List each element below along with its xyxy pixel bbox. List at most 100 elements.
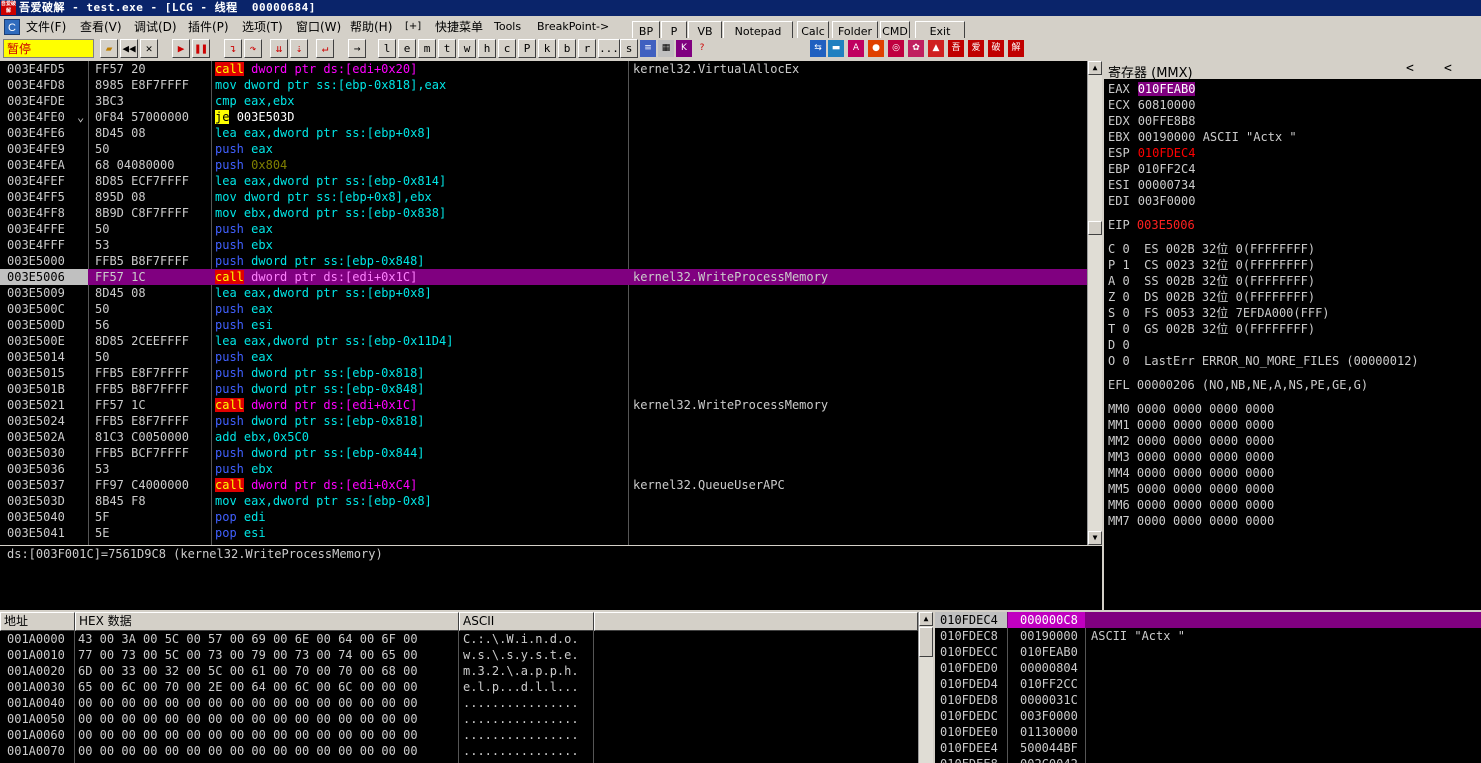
scroll-thumb[interactable] <box>1088 221 1102 235</box>
goto-icon[interactable]: → <box>348 39 366 58</box>
disasm-row[interactable]: 003E500D 56 push esi <box>0 317 1087 333</box>
plugin-1-icon[interactable]: ≡ <box>640 40 656 57</box>
stack-pane[interactable]: 010FDEC4 000000C8 010FDEC8 00190000 ASCII … <box>935 612 1481 763</box>
stack-row[interactable]: 010FDECC 010FEAB0 <box>935 644 1481 660</box>
registers-next-icon[interactable]: < <box>1444 61 1452 76</box>
stack-row[interactable]: 010FDEE4 500044BF <box>935 740 1481 756</box>
trace-into-icon[interactable]: ⇊ <box>270 39 288 58</box>
plugin-14-icon[interactable]: 破 <box>988 40 1004 57</box>
dump-row[interactable]: 001A0070 00 00 00 00 00 00 00 00 00 00 00… <box>0 743 918 759</box>
dump-header-hex[interactable]: HEX 数据 <box>75 612 459 631</box>
menu-view[interactable]: 查看(V) <box>80 19 122 35</box>
disasm-row[interactable]: 003E4FFE 50 push eax <box>0 221 1087 237</box>
reg-mmx-row[interactable]: MM4 0000 0000 0000 0000 <box>1108 465 1274 481</box>
plugin-10-icon[interactable]: ✿ <box>908 40 924 57</box>
close-icon[interactable]: ✕ <box>140 39 158 58</box>
reg-ebx[interactable]: EBX 00190000 ASCII "Actx " <box>1108 129 1297 145</box>
scroll-down-icon[interactable]: ▼ <box>1088 531 1102 545</box>
dump-header-address[interactable]: 地址 <box>0 612 75 631</box>
patches-button[interactable]: P <box>518 39 536 58</box>
disasm-row[interactable]: 003E5024 FFB5 E8F7FFFF push dword ptr ss:[… <box>0 413 1087 429</box>
reg-edx[interactable]: EDX 00FFE8B8 <box>1108 113 1195 129</box>
run-trace-button[interactable]: ... <box>598 39 620 58</box>
open-icon[interactable]: ▰ <box>100 39 118 58</box>
disasm-row[interactable]: 003E501B FFB5 B8F7FFFF push dword ptr ss:[… <box>0 381 1087 397</box>
system-menu-icon[interactable]: C <box>4 19 20 35</box>
plugin-11-icon[interactable]: ▲ <box>928 40 944 57</box>
threads-button[interactable]: t <box>438 39 456 58</box>
reg-efl[interactable]: EFL 00000206 (NO,NB,NE,A,NS,PE,GE,G) <box>1108 377 1368 393</box>
menu-options[interactable]: 选项(T) <box>242 19 283 35</box>
plugin-6-icon[interactable]: ▬ <box>828 40 844 57</box>
plugin-4-icon[interactable]: ? <box>694 40 710 57</box>
step-into-icon[interactable]: ↴ <box>224 39 242 58</box>
disassembly-pane[interactable]: 003E4FD5 FF57 20 call dword ptr ds:[edi+0x… <box>0 61 1087 545</box>
disasm-row[interactable]: 003E4FE0 ⌄ 0F84 57000000 je 003E503D <box>0 109 1087 125</box>
disasm-row[interactable]: 003E5037 FF97 C4000000 call dword ptr ds:[… <box>0 477 1087 493</box>
dump-pane[interactable]: 001A0000 43 00 3A 00 5C 00 57 00 69 00 6E… <box>0 631 918 763</box>
execute-till-return-icon[interactable]: ↵ <box>316 39 334 58</box>
disasm-row[interactable]: 003E4FE6 8D45 08 lea eax,dword ptr ss:[ebp… <box>0 125 1087 141</box>
menu-expand[interactable]: [+] <box>405 19 421 35</box>
reg-flag-row[interactable]: P 1 CS 0023 32位 0(FFFFFFFF) <box>1108 257 1315 273</box>
disasm-row[interactable]: 003E4FD8 8985 E8F7FFFF mov dword ptr ss:[e… <box>0 77 1087 93</box>
reg-esp[interactable]: ESP 010FDEC4 <box>1108 145 1195 161</box>
stack-row[interactable]: 010FDED8 0000031C <box>935 692 1481 708</box>
disasm-row[interactable]: 003E500C 50 push eax <box>0 301 1087 317</box>
disasm-row[interactable]: 003E4FD5 FF57 20 call dword ptr ds:[edi+0x… <box>0 61 1087 77</box>
disasm-row[interactable]: 003E5015 FFB5 E8F7FFFF push dword ptr ss:[… <box>0 365 1087 381</box>
plugin-12-icon[interactable]: 吾 <box>948 40 964 57</box>
menu-breakpoint[interactable]: BreakPoint-> <box>537 19 609 35</box>
source-button[interactable]: s <box>620 39 638 58</box>
call-stack-button[interactable]: k <box>538 39 556 58</box>
pause-icon[interactable]: ❚❚ <box>192 39 210 58</box>
reg-flag-row[interactable]: A 0 SS 002B 32位 0(FFFFFFFF) <box>1108 273 1315 289</box>
dump-row[interactable]: 001A0050 00 00 00 00 00 00 00 00 00 00 00… <box>0 711 918 727</box>
plugin-9-icon[interactable]: ◎ <box>888 40 904 57</box>
disasm-row[interactable]: 003E4FDE 3BC3 cmp eax,ebx <box>0 93 1087 109</box>
disasm-row[interactable]: 003E5040 5F pop edi <box>0 509 1087 525</box>
step-over-icon[interactable]: ↷ <box>244 39 262 58</box>
reg-flag-row[interactable]: T 0 GS 002B 32位 0(FFFFFFFF) <box>1108 321 1315 337</box>
reg-ebp[interactable]: EBP 010FF2C4 <box>1108 161 1195 177</box>
reg-mmx-row[interactable]: MM7 0000 0000 0000 0000 <box>1108 513 1274 529</box>
registers-prev-icon[interactable]: < <box>1406 61 1414 76</box>
reg-eip[interactable]: EIP 003E5006 <box>1108 217 1195 233</box>
windows-button[interactable]: w <box>458 39 476 58</box>
stack-row[interactable]: 010FDEDC 003F0000 <box>935 708 1481 724</box>
reg-mmx-row[interactable]: MM5 0000 0000 0000 0000 <box>1108 481 1274 497</box>
reg-mmx-row[interactable]: MM0 0000 0000 0000 0000 <box>1108 401 1274 417</box>
stack-row[interactable]: 010FDEC8 00190000 ASCII "Actx " <box>935 628 1481 644</box>
disasm-row[interactable]: 003E4FE9 50 push eax <box>0 141 1087 157</box>
menu-window[interactable]: 窗口(W) <box>296 19 341 35</box>
plugin-13-icon[interactable]: 爱 <box>968 40 984 57</box>
disasm-row[interactable]: 003E5030 FFB5 BCF7FFFF push dword ptr ss:[… <box>0 445 1087 461</box>
disasm-row[interactable]: 003E4FEA 68 04080000 push 0x804 <box>0 157 1087 173</box>
reg-esi[interactable]: ESI 00000734 <box>1108 177 1195 193</box>
dump-row[interactable]: 001A0020 6D 00 33 00 32 00 5C 00 61 00 70… <box>0 663 918 679</box>
disassembly-scrollbar[interactable]: ▲ ▼ <box>1087 61 1102 545</box>
trace-over-icon[interactable]: ⇣ <box>290 39 308 58</box>
run-icon[interactable]: ▶ <box>172 39 190 58</box>
menu-help[interactable]: 帮助(H) <box>350 19 392 35</box>
scroll-up-icon[interactable]: ▲ <box>1088 61 1102 75</box>
reg-mmx-row[interactable]: MM6 0000 0000 0000 0000 <box>1108 497 1274 513</box>
disasm-row[interactable]: 003E500E 8D85 2CEEFFFF lea eax,dword ptr s… <box>0 333 1087 349</box>
reg-ecx[interactable]: ECX 60810000 <box>1108 97 1195 113</box>
reg-flag-row[interactable]: O 0 LastErr ERROR_NO_MORE_FILES (0000001… <box>1108 353 1419 369</box>
disasm-row[interactable]: 003E5009 8D45 08 lea eax,dword ptr ss:[ebp… <box>0 285 1087 301</box>
disasm-row[interactable]: 003E503D 8B45 F8 mov eax,dword ptr ss:[ebp… <box>0 493 1087 509</box>
plugin-15-icon[interactable]: 解 <box>1008 40 1024 57</box>
dump-header-ascii[interactable]: ASCII <box>459 612 594 631</box>
disasm-row[interactable]: 003E5014 50 push eax <box>0 349 1087 365</box>
menu-shortcuts[interactable]: 快捷菜单 <box>435 19 483 35</box>
dump-row[interactable]: 001A0000 43 00 3A 00 5C 00 57 00 69 00 6E… <box>0 631 918 647</box>
plugin-7-icon[interactable]: A <box>848 40 864 57</box>
menu-plugins[interactable]: 插件(P) <box>188 19 229 35</box>
disasm-row[interactable]: 003E5021 FF57 1C call dword ptr ds:[edi+0x… <box>0 397 1087 413</box>
dump-row[interactable]: 001A0010 77 00 73 00 5C 00 73 00 79 00 73… <box>0 647 918 663</box>
dump-row[interactable]: 001A0040 00 00 00 00 00 00 00 00 00 00 00… <box>0 695 918 711</box>
restart-icon[interactable]: ◀◀ <box>120 39 138 58</box>
reg-flag-row[interactable]: C 0 ES 002B 32位 0(FFFFFFFF) <box>1108 241 1315 257</box>
handles-button[interactable]: h <box>478 39 496 58</box>
